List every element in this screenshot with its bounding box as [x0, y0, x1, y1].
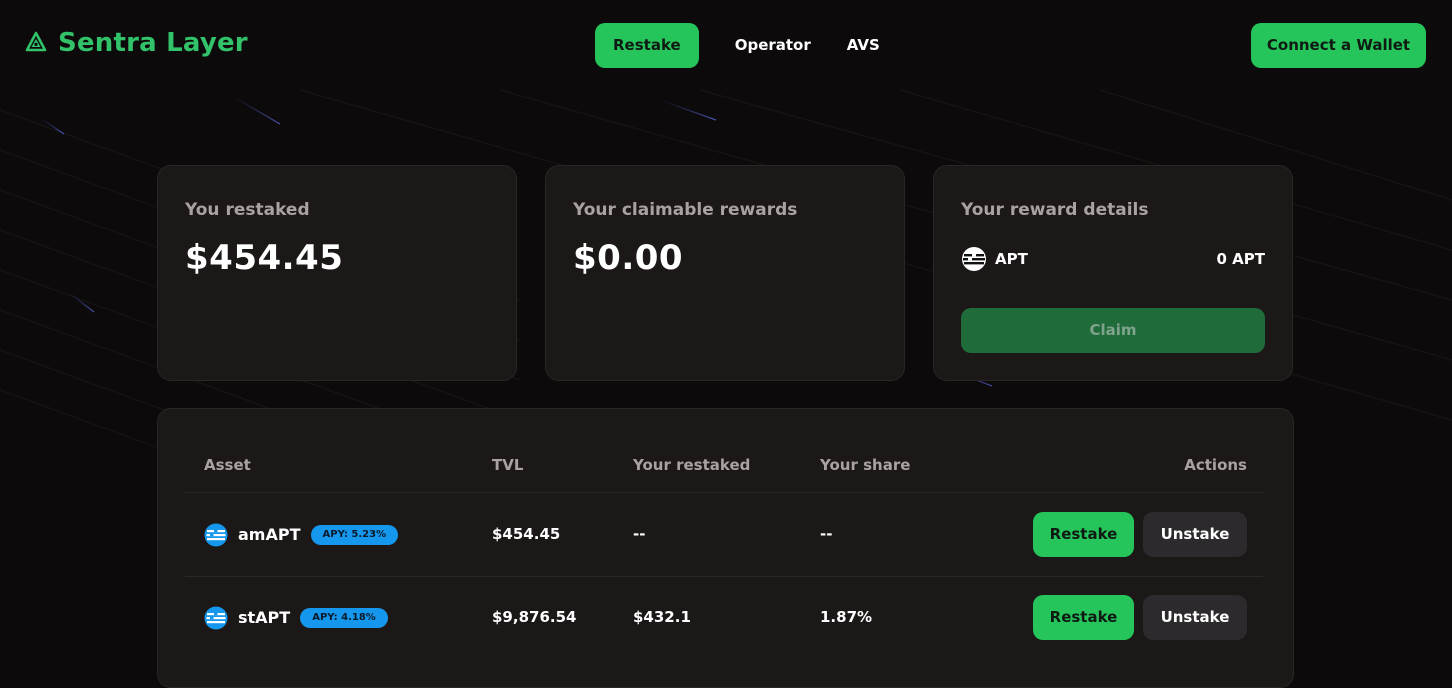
tab-restake[interactable]: Restake — [595, 23, 699, 68]
tab-operator[interactable]: Operator — [735, 23, 811, 68]
apy-badge: APY: 5.23% — [310, 524, 399, 545]
tab-avs[interactable]: AVS — [847, 23, 880, 68]
recycle-triangle-logo-icon — [25, 31, 47, 52]
brand-logo[interactable]: Sentra Layer — [24, 28, 248, 58]
tvl-cell: $9,876.54 — [492, 608, 577, 626]
connect-wallet-button[interactable]: Connect a Wallet — [1251, 23, 1426, 68]
restaked-value: $454.45 — [185, 238, 344, 278]
reward-asset: APT — [961, 246, 1028, 272]
nav-tabs: Restake Operator AVS — [595, 23, 880, 68]
unstake-button[interactable]: Unstake — [1143, 595, 1247, 640]
top-nav-bar: Sentra Layer Restake Operator AVS Connec… — [0, 0, 1452, 90]
claimable-label: Your claimable rewards — [573, 200, 798, 220]
header-your-restaked: Your restaked — [633, 456, 751, 474]
asset-name: amAPT — [238, 525, 301, 544]
restake-button[interactable]: Restake — [1033, 512, 1134, 557]
reward-row: APT 0 APT — [961, 246, 1265, 272]
apy-badge: APY: 4.18% — [300, 607, 388, 628]
restaked-card: You restaked $454.45 — [157, 165, 517, 381]
reward-details-label: Your reward details — [961, 200, 1149, 220]
aptos-token-icon — [962, 247, 986, 271]
blue-token-icon — [204, 523, 228, 546]
assets-table: Asset TVL Your restaked Your share Actio… — [157, 408, 1294, 688]
brand-name: Sentra Layer — [58, 28, 248, 58]
table-row: amAPT APY: 5.23% $454.45 -- -- Restake U… — [158, 493, 1293, 576]
header-actions: Actions — [1184, 456, 1247, 474]
tvl-cell: $454.45 — [492, 525, 561, 543]
table-row: stAPT APY: 4.18% $9,876.54 $432.1 1.87% … — [158, 576, 1293, 659]
claimable-rewards-card: Your claimable rewards $0.00 — [545, 165, 905, 381]
claim-button[interactable]: Claim — [961, 308, 1265, 353]
claimable-value: $0.00 — [573, 238, 684, 278]
header-your-share: Your share — [820, 456, 911, 474]
restaked-label: You restaked — [185, 200, 310, 220]
header-asset: Asset — [204, 456, 251, 474]
blue-token-icon — [204, 606, 228, 629]
reward-asset-name: APT — [995, 250, 1028, 268]
reward-details-card: Your reward details APT 0 APT Claim — [933, 165, 1293, 381]
unstake-button[interactable]: Unstake — [1143, 512, 1247, 557]
asset-cell: amAPT APY: 5.23% — [204, 493, 399, 576]
restaked-cell: -- — [633, 525, 646, 543]
share-cell: 1.87% — [820, 608, 873, 626]
share-cell: -- — [820, 525, 833, 543]
restake-button[interactable]: Restake — [1033, 595, 1134, 640]
reward-amount: 0 APT — [1216, 250, 1266, 268]
asset-name: stAPT — [238, 608, 291, 627]
restaked-cell: $432.1 — [633, 608, 691, 626]
header-tvl: TVL — [492, 456, 524, 474]
asset-cell: stAPT APY: 4.18% — [204, 576, 388, 659]
